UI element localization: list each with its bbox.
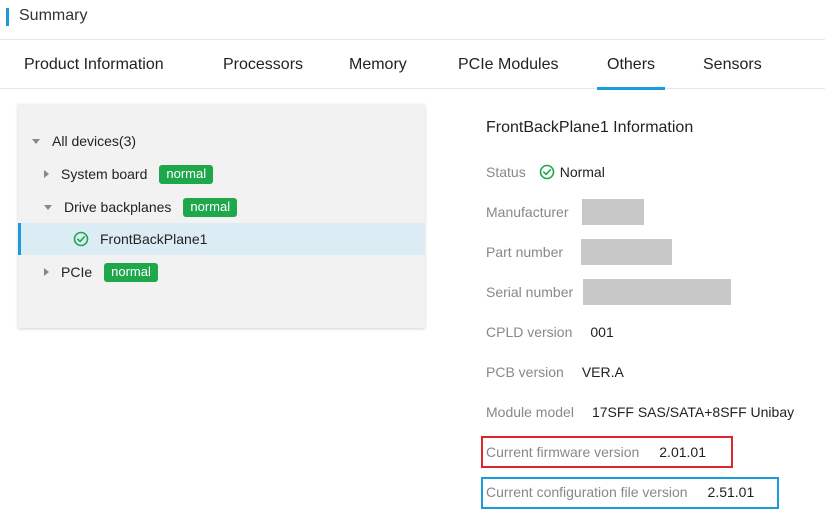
part-number-redacted-value: [581, 239, 673, 265]
caret-right-icon[interactable]: [44, 170, 49, 178]
check-circle-icon: [73, 231, 89, 247]
caret-down-icon[interactable]: [32, 138, 40, 144]
status-value: Normal: [559, 164, 605, 180]
tab-memory[interactable]: Memory: [349, 56, 407, 74]
status-badge: normal: [104, 262, 158, 282]
device-tree: All devices(3) System board normal Drive…: [18, 104, 425, 328]
pcb-version-label: PCB version: [486, 364, 564, 380]
tree-node-label: PCIe: [61, 264, 93, 280]
selection-indicator: [18, 223, 21, 255]
tab-pcie-modules[interactable]: PCIe Modules: [458, 56, 559, 74]
tree-node-label: Drive backplanes: [64, 199, 172, 215]
cpld-version-value: 001: [590, 324, 614, 340]
module-model-label: Module model: [486, 404, 574, 420]
pcb-version-field: PCB version VER.A: [486, 361, 624, 383]
manufacturer-field: Manufacturer: [486, 199, 645, 225]
summary-page: Summary Product Information Processors M…: [0, 0, 825, 512]
cpld-version-field: CPLD version 001: [486, 321, 614, 343]
tree-node-all-devices[interactable]: All devices(3): [18, 125, 439, 157]
config-file-version-value: 2.51.01: [707, 484, 755, 500]
tree-node-label: System board: [61, 166, 148, 182]
page-title: Summary: [19, 7, 88, 24]
part-number-field: Part number: [486, 239, 673, 265]
tab-others[interactable]: Others: [596, 56, 666, 90]
details-title: FrontBackPlane1 Information: [486, 119, 694, 136]
tab-processors[interactable]: Processors: [223, 56, 303, 74]
serial-number-redacted-value: [583, 279, 732, 305]
tree-node-label: All devices(3): [52, 133, 137, 149]
tab-product-information[interactable]: Product Information: [24, 56, 164, 74]
manufacturer-redacted-value: [582, 199, 645, 225]
module-model-field: Module model 17SFF SAS/SATA+8SFF Unibay: [486, 401, 794, 423]
config-file-version-field: Current configuration file version 2.51.…: [486, 481, 754, 503]
status-badge: normal: [183, 197, 238, 217]
serial-number-field: Serial number: [486, 279, 732, 305]
manufacturer-label: Manufacturer: [486, 204, 569, 220]
status-field: Status Normal: [486, 161, 605, 183]
pcb-version-value: VER.A: [581, 364, 624, 380]
summary-header: Summary: [0, 0, 825, 40]
tree-node-drive-backplanes[interactable]: Drive backplanes normal: [18, 191, 451, 223]
tree-node-pcie[interactable]: PCIe normal: [18, 256, 451, 288]
module-model-value: 17SFF SAS/SATA+8SFF Unibay: [591, 404, 795, 420]
caret-right-icon[interactable]: [44, 268, 49, 276]
status-badge: normal: [159, 164, 214, 184]
firmware-version-label: Current firmware version: [486, 444, 640, 460]
status-label: Status: [486, 164, 526, 180]
config-file-version-label: Current configuration file version: [486, 484, 688, 500]
serial-number-label: Serial number: [486, 284, 574, 300]
firmware-version-value: 2.01.01: [659, 444, 706, 460]
part-number-label: Part number: [486, 244, 564, 260]
check-circle-icon: [539, 164, 555, 180]
cpld-version-label: CPLD version: [486, 324, 573, 340]
firmware-version-field: Current firmware version 2.01.01: [486, 441, 706, 463]
tab-sensors[interactable]: Sensors: [703, 56, 762, 74]
caret-down-icon[interactable]: [44, 204, 52, 210]
tree-node-label: FrontBackPlane1: [100, 231, 208, 247]
tab-bar: Product Information Processors Memory PC…: [0, 41, 825, 90]
tree-node-system-board[interactable]: System board normal: [18, 158, 451, 190]
header-accent-bar: [6, 8, 9, 26]
tree-node-frontbackplane1[interactable]: FrontBackPlane1: [18, 223, 425, 255]
